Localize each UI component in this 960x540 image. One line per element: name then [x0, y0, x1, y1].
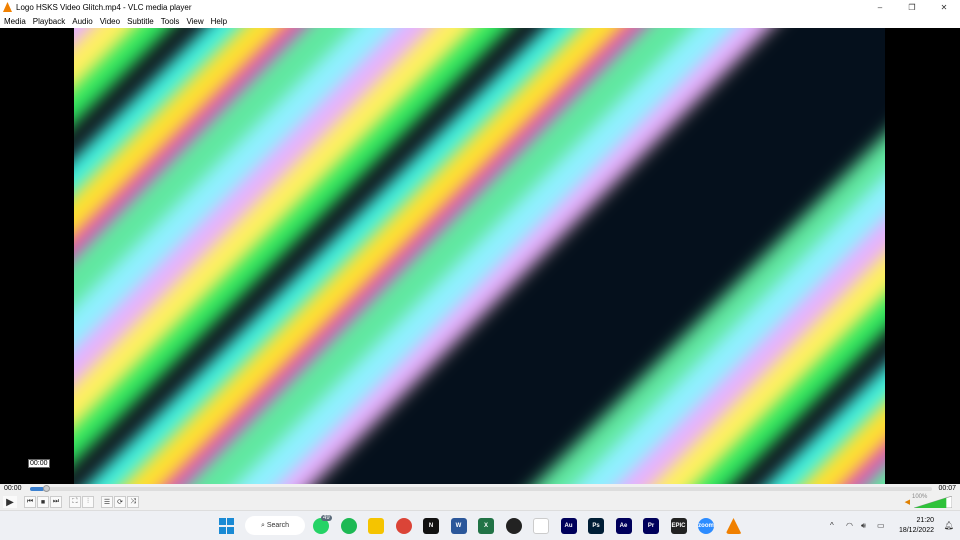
taskbar-chrome-icon[interactable] [395, 518, 412, 534]
taskbar-zoom-icon[interactable]: zoom [698, 518, 714, 534]
taskbar-search[interactable]: ⌕ Search [245, 516, 305, 535]
taskbar-after-effects-icon[interactable]: Ae [615, 518, 632, 534]
windows-start-icon[interactable] [219, 518, 234, 534]
minimize-button[interactable]: – [864, 0, 896, 14]
clock[interactable]: 21:20 18/12/2022 [899, 516, 934, 536]
loop-button[interactable]: ⟳ [114, 496, 126, 508]
stop-button[interactable]: ■ [37, 496, 49, 508]
seek-tooltip: 00:00 [28, 459, 50, 468]
clock-time: 21:20 [916, 517, 934, 524]
fullscreen-button[interactable]: ⛶ [69, 496, 81, 508]
menu-playback[interactable]: Playback [33, 17, 65, 26]
taskbar-spotify-icon[interactable] [340, 518, 357, 534]
taskbar-file-explorer-icon[interactable] [368, 518, 384, 534]
next-button[interactable]: ⏭ [50, 496, 62, 508]
video-area[interactable]: 00:00 [0, 28, 960, 484]
search-label: Search [266, 522, 290, 529]
taskbar-audition-icon[interactable]: Au [560, 518, 577, 534]
taskbar: ⌕ Search N W X Au Ps Ae Pr EPIC zoom 49 ^ ◠ 🔊︎ ▭… [0, 510, 960, 540]
volume-slider[interactable]: 100% [912, 494, 953, 509]
battery-icon[interactable]: ▭ [877, 521, 885, 530]
total-time: 00:07 [938, 485, 956, 492]
taskbar-word-icon[interactable]: W [450, 518, 467, 534]
taskbar-capcut-icon[interactable] [533, 518, 549, 534]
play-button[interactable]: ▶ [3, 496, 17, 508]
menu-view[interactable]: View [186, 17, 203, 26]
volume-icon[interactable]: 🔊︎ [861, 521, 866, 531]
volume-label: 100% [912, 494, 928, 500]
taskbar-excel-icon[interactable]: X [478, 518, 494, 534]
menu-video[interactable]: Video [100, 17, 120, 26]
control-bar: ▶ ⏮ ■ ⏭ ⛶ ⫶ ☰ ⟳ ⤨ ◀ 100% [0, 494, 960, 510]
playlist-button[interactable]: ☰ [101, 496, 113, 508]
taskbar-epic-games-icon[interactable]: EPIC [670, 518, 687, 534]
seek-bar-row: 00:00 00:07 [0, 484, 960, 494]
shuffle-button[interactable]: ⤨ [127, 496, 139, 508]
taskbar-vlc-icon[interactable] [725, 518, 742, 534]
elapsed-time: 00:00 [4, 485, 22, 492]
close-button[interactable]: ✕ [928, 0, 960, 14]
restore-button[interactable]: ❐ [896, 0, 928, 14]
taskbar-netflix-icon[interactable]: N [423, 518, 439, 534]
notification-icon[interactable]: 🔔︎ [944, 521, 954, 530]
taskbar-obs-icon[interactable] [505, 518, 522, 534]
video-frame [74, 28, 885, 484]
speaker-icon[interactable]: ◀ [905, 498, 910, 506]
window-title: Logo HSKS Video Glitch.mp4 - VLC media p… [16, 2, 192, 12]
menu-tools[interactable]: Tools [161, 17, 180, 26]
show-hidden-icons[interactable]: ^ [830, 521, 834, 530]
whatsapp-badge: 49 [321, 515, 332, 521]
extended-settings-button[interactable]: ⫶ [82, 496, 94, 508]
seek-slider[interactable] [30, 485, 932, 492]
menu-subtitle[interactable]: Subtitle [127, 17, 154, 26]
seek-handle[interactable] [43, 485, 51, 492]
clock-date: 18/12/2022 [898, 527, 934, 534]
seek-fill [30, 487, 44, 491]
vlc-logo-icon [3, 2, 12, 12]
menu-audio[interactable]: Audio [72, 17, 92, 26]
title-bar: Logo HSKS Video Glitch.mp4 - VLC media p… [0, 0, 960, 14]
menu-bar: Media Playback Audio Video Subtitle Tool… [0, 14, 960, 28]
wifi-icon[interactable]: ◠ [846, 521, 853, 530]
taskbar-photoshop-icon[interactable]: Ps [588, 518, 604, 534]
taskbar-premiere-icon[interactable]: Pr [643, 518, 659, 534]
menu-media[interactable]: Media [4, 17, 26, 26]
previous-button[interactable]: ⏮ [24, 496, 36, 508]
menu-help[interactable]: Help [211, 17, 227, 26]
